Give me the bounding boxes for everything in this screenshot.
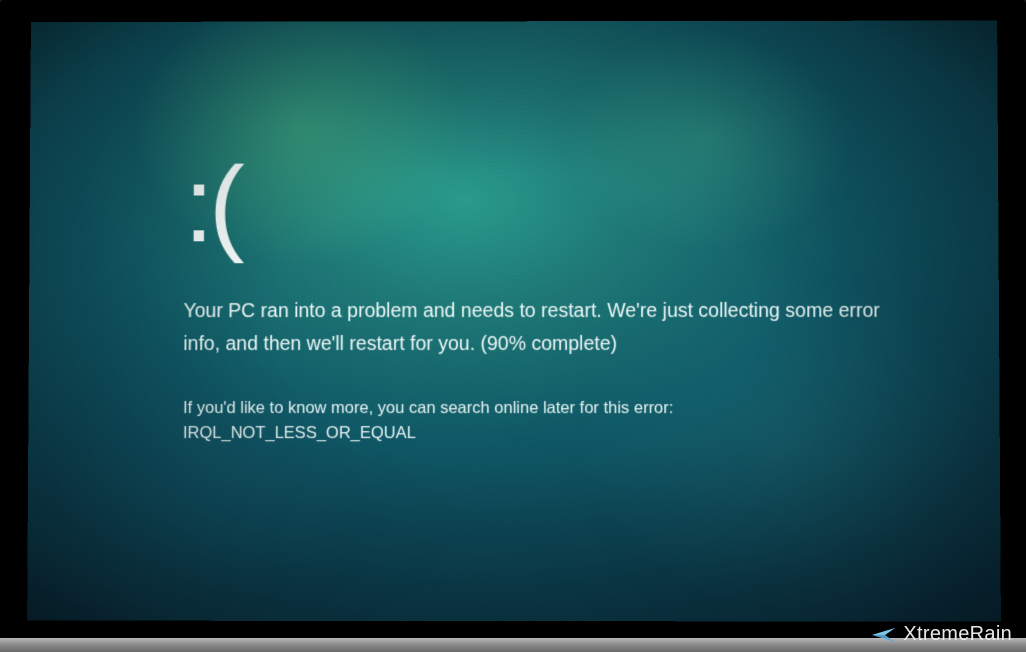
watermark-text: XtremeRain: [903, 623, 1012, 646]
bsod-screen: :( Your PC ran into a problem and needs …: [27, 21, 1001, 622]
paper-plane-icon: [871, 626, 897, 644]
bsod-message-line1: Your PC ran into a problem and needs to …: [183, 296, 903, 327]
watermark: XtremeRain: [871, 623, 1012, 646]
monitor-frame: :( Your PC ran into a problem and needs …: [0, 0, 1026, 640]
bsod-content: :( Your PC ran into a problem and needs …: [183, 150, 904, 444]
bsod-message-line2: info, and then we'll restart for you. (9…: [183, 329, 904, 360]
bsod-message: Your PC ran into a problem and needs to …: [183, 296, 904, 361]
sad-face-icon: :(: [184, 150, 904, 258]
bsod-error-code: IRQL_NOT_LESS_OR_EQUAL: [183, 424, 904, 443]
bsod-hint: If you'd like to know more, you can sear…: [183, 394, 904, 422]
